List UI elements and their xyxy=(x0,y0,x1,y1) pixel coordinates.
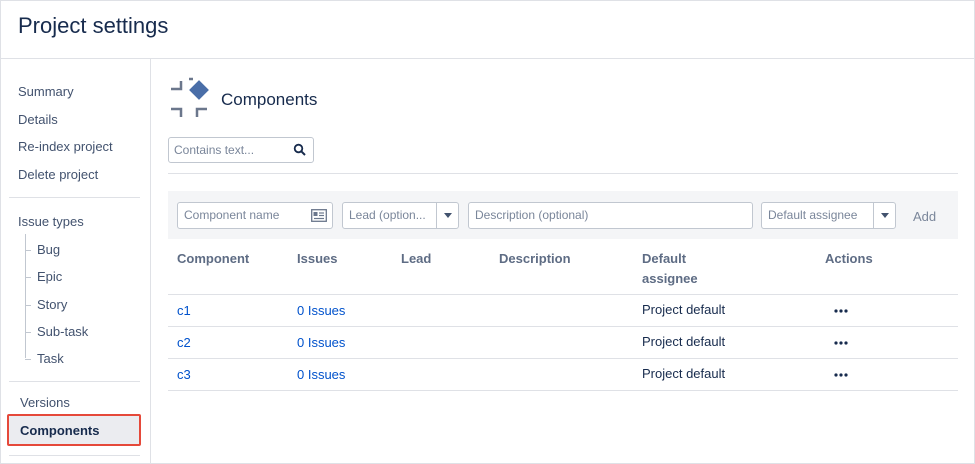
search-input[interactable] xyxy=(174,142,286,158)
lead-input[interactable] xyxy=(349,208,437,222)
column-header-issues: Issues xyxy=(297,251,338,266)
sidebar-item-summary[interactable]: Summary xyxy=(18,84,74,99)
tree-tick xyxy=(25,250,31,251)
sidebar-item-issue-types[interactable]: Issue types xyxy=(18,214,84,229)
table-divider xyxy=(168,358,958,359)
more-icon[interactable] xyxy=(834,341,848,345)
sidebar-divider xyxy=(9,455,140,456)
sidebar-item-versions[interactable]: Versions xyxy=(20,395,70,410)
column-header-default-assignee: Default assignee xyxy=(642,249,698,289)
sidebar-item-story[interactable]: Story xyxy=(37,297,67,312)
sidebar-item-details[interactable]: Details xyxy=(18,112,58,127)
main-content: Components Contains text... Component na… xyxy=(152,59,974,464)
more-icon[interactable] xyxy=(834,373,848,377)
divider xyxy=(168,173,958,174)
tree-tick xyxy=(25,277,31,278)
sidebar-item-label: Components xyxy=(20,423,100,438)
search-field[interactable] xyxy=(168,137,314,163)
column-header-line: assignee xyxy=(642,271,698,286)
lead-select[interactable] xyxy=(342,202,459,229)
default-assignee-value: Project default xyxy=(642,366,726,381)
chevron-down-icon[interactable] xyxy=(436,203,458,228)
component-name-input[interactable] xyxy=(184,208,309,222)
default-assignee-value: Project default xyxy=(642,302,726,317)
sidebar-item-bug[interactable]: Bug xyxy=(37,242,60,257)
sidebar-item-delete-project[interactable]: Delete project xyxy=(18,167,98,182)
column-header-line: Default xyxy=(642,251,687,266)
sidebar-divider xyxy=(9,197,140,198)
description-field[interactable] xyxy=(468,202,753,229)
add-component-form: Add xyxy=(168,191,958,239)
table-divider xyxy=(168,294,958,295)
sidebar-item-components[interactable]: Components xyxy=(7,414,141,446)
default-assignee-select[interactable] xyxy=(761,202,896,229)
sidebar-divider xyxy=(9,381,140,382)
issues-link[interactable]: 0 Issues xyxy=(297,367,345,382)
default-assignee-input[interactable] xyxy=(768,208,874,222)
page-header: Project settings xyxy=(1,1,974,59)
tree-tick xyxy=(25,305,31,306)
table-divider xyxy=(168,326,958,327)
component-link[interactable]: c2 xyxy=(177,335,191,350)
sidebar-item-reindex-project[interactable]: Re-index project xyxy=(18,139,113,154)
sidebar-item-sub-task[interactable]: Sub-task xyxy=(37,324,88,339)
contact-card-icon xyxy=(311,209,327,222)
default-assignee-value: Project default xyxy=(642,334,726,349)
section-title: Components xyxy=(221,90,318,109)
sidebar-item-task[interactable]: Task xyxy=(37,351,64,366)
chevron-down-icon[interactable] xyxy=(873,203,895,228)
tree-tick xyxy=(25,359,31,360)
column-header-actions: Actions xyxy=(825,251,873,266)
page-title: Project settings xyxy=(18,13,169,38)
tree-tick xyxy=(25,332,31,333)
tree-line xyxy=(25,234,26,358)
search-icon[interactable] xyxy=(293,143,307,157)
column-header-component[interactable]: Component xyxy=(177,249,249,269)
sidebar: Summary Details Re-index project Delete … xyxy=(1,59,151,464)
sidebar-item-epic[interactable]: Epic xyxy=(37,269,62,284)
issues-link[interactable]: 0 Issues xyxy=(297,303,345,318)
column-header-lead: Lead xyxy=(401,251,432,266)
component-link[interactable]: c3 xyxy=(177,367,191,382)
add-button[interactable]: Add xyxy=(913,209,936,224)
more-icon[interactable] xyxy=(834,309,848,313)
table-divider xyxy=(168,390,958,391)
component-name-field[interactable] xyxy=(177,202,333,229)
column-header-description: Description xyxy=(499,251,571,266)
component-link[interactable]: c1 xyxy=(177,303,191,318)
components-icon xyxy=(171,77,209,117)
issues-link[interactable]: 0 Issues xyxy=(297,335,345,350)
description-input[interactable] xyxy=(475,208,745,222)
